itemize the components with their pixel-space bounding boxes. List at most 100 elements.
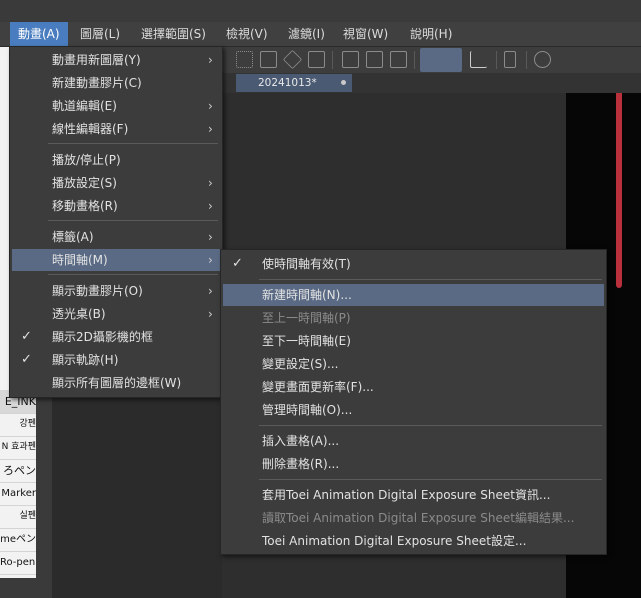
brush-item[interactable]: 실펜 bbox=[0, 505, 36, 529]
animation-menu: 動畫用新圖層(Y) › 新建動畫膠片(C) 軌道編輯(E) › 線性編輯器(F)… bbox=[9, 46, 223, 398]
document-tab-label: 20241013* bbox=[258, 77, 317, 89]
menu-separator bbox=[259, 425, 602, 426]
toolbar-divider bbox=[332, 51, 333, 69]
menu-item-label: 新建時間軸(N)... bbox=[262, 288, 352, 302]
menu-item-label: 時間軸(M) bbox=[52, 253, 108, 267]
menu-item-label: 顯示軌跡(H) bbox=[52, 353, 119, 367]
submenu-arrow-icon: › bbox=[208, 122, 213, 136]
menu-item-animation-layer[interactable]: 動畫用新圖層(Y) › bbox=[12, 49, 220, 71]
menu-item-show-all-borders[interactable]: 顯示所有圖層的邊框(W) bbox=[12, 372, 220, 394]
fill-icon[interactable] bbox=[282, 49, 303, 70]
checkmark-icon: ✓ bbox=[21, 352, 32, 367]
menu-item-exposure-sheet-settings[interactable]: Toei Animation Digital Exposure Sheet設定.… bbox=[223, 530, 604, 552]
snap-ruler-icon[interactable] bbox=[420, 48, 462, 72]
menu-item-label: 插入畫格(A)... bbox=[262, 434, 340, 448]
menu-view[interactable]: 檢視(V) bbox=[218, 22, 276, 46]
menu-item-track-edit[interactable]: 軌道編輯(E) › bbox=[12, 95, 220, 117]
menu-item-label: 至上一時間軸(P) bbox=[262, 311, 351, 325]
menu-item-linear-editor[interactable]: 線性編輯器(F) › bbox=[12, 118, 220, 140]
timeline-submenu: ✓ 使時間軸有效(T) 新建時間軸(N)... 至上一時間軸(P) 至下一時間軸… bbox=[220, 249, 607, 555]
menu-separator bbox=[259, 479, 602, 480]
command-toolbar bbox=[222, 47, 641, 74]
clear-outside-icon[interactable] bbox=[366, 51, 383, 68]
submenu-arrow-icon: › bbox=[208, 176, 213, 190]
menu-item-playback-settings[interactable]: 播放設定(S) › bbox=[12, 172, 220, 194]
menu-separator bbox=[48, 143, 218, 144]
menu-item-next-timeline[interactable]: 至下一時間軸(E) bbox=[223, 330, 604, 352]
brush-item[interactable]: ろペン bbox=[0, 459, 36, 483]
snap-grid-icon[interactable] bbox=[470, 51, 487, 68]
menu-item-label: 移動畫格(R) bbox=[52, 199, 118, 213]
brush-item[interactable]: Ro-pen) bbox=[0, 551, 36, 575]
menu-item-label: 顯示所有圖層的邊框(W) bbox=[52, 376, 182, 390]
menu-help[interactable]: 說明(H) bbox=[402, 22, 460, 46]
help-icon[interactable] bbox=[534, 51, 551, 68]
tab-close-dot-icon[interactable] bbox=[341, 80, 346, 85]
submenu-arrow-icon: › bbox=[208, 53, 213, 67]
device-icon[interactable] bbox=[504, 51, 516, 68]
select-all-icon[interactable] bbox=[236, 51, 253, 68]
menu-item-label: 動畫用新圖層(Y) bbox=[52, 53, 141, 67]
submenu-arrow-icon: › bbox=[208, 307, 213, 321]
checkmark-icon: ✓ bbox=[232, 256, 243, 271]
submenu-arrow-icon: › bbox=[208, 253, 213, 267]
menu-item-label: 變更設定(S)... bbox=[262, 357, 339, 371]
brush-item[interactable]: 강펜 bbox=[0, 413, 36, 437]
document-tab-bar: 20241013* bbox=[222, 73, 641, 93]
menu-item-manage-timeline[interactable]: 管理時間軸(O)... bbox=[223, 399, 604, 421]
fill-selection-icon[interactable] bbox=[390, 51, 407, 68]
deselect-icon[interactable] bbox=[260, 51, 277, 68]
checkmark-icon: ✓ bbox=[21, 329, 32, 344]
menu-item-new-cel[interactable]: 新建動畫膠片(C) bbox=[12, 72, 220, 94]
submenu-arrow-icon: › bbox=[208, 99, 213, 113]
menu-item-timeline[interactable]: 時間軸(M) › bbox=[12, 249, 220, 271]
menu-item-label: 顯示2D攝影機的框 bbox=[52, 330, 153, 344]
canvas-stroke bbox=[616, 93, 622, 288]
menu-item-move-frame[interactable]: 移動畫格(R) › bbox=[12, 195, 220, 217]
menu-selection[interactable]: 選擇範圍(S) bbox=[133, 22, 214, 46]
clear-icon[interactable] bbox=[342, 51, 359, 68]
menu-item-show-path[interactable]: ✓ 顯示軌跡(H) bbox=[12, 349, 220, 371]
menu-item-show-cel[interactable]: 顯示動畫膠片(O) › bbox=[12, 280, 220, 302]
toolbar-divider bbox=[414, 51, 415, 69]
menu-layer[interactable]: 圖層(L) bbox=[72, 22, 128, 46]
menu-item-insert-frame[interactable]: 插入畫格(A)... bbox=[223, 430, 604, 452]
brush-item[interactable]: N 효과펜 bbox=[0, 436, 36, 460]
menu-item-change-frame-rate[interactable]: 變更畫面更新率(F)... bbox=[223, 376, 604, 398]
menu-item-label: 管理時間軸(O)... bbox=[262, 403, 353, 417]
menu-animation[interactable]: 動畫(A) bbox=[10, 22, 68, 46]
menu-item-label: 套用Toei Animation Digital Exposure Sheet資… bbox=[262, 488, 551, 502]
submenu-arrow-icon: › bbox=[208, 284, 213, 298]
menu-filter[interactable]: 濾鏡(I) bbox=[280, 22, 333, 46]
toolbar-divider bbox=[496, 51, 497, 69]
document-tab[interactable]: 20241013* bbox=[236, 74, 352, 92]
menu-item-label: 顯示動畫膠片(O) bbox=[52, 284, 143, 298]
menu-item-apply-exposure-sheet[interactable]: 套用Toei Animation Digital Exposure Sheet資… bbox=[223, 484, 604, 506]
transform-icon[interactable] bbox=[308, 51, 325, 68]
menubar: 動畫(A) 圖層(L) 選擇範圍(S) 檢視(V) 濾鏡(I) 視窗(W) 說明… bbox=[0, 22, 641, 47]
menu-item-play-stop[interactable]: 播放/停止(P) bbox=[12, 149, 220, 171]
menu-item-label: 線性編輯器(F) bbox=[52, 122, 129, 136]
menu-separator bbox=[259, 279, 602, 280]
menu-item-label: 至下一時間軸(E) bbox=[262, 334, 351, 348]
brush-item[interactable]: meペン bbox=[0, 528, 36, 552]
menu-item-enable-timeline[interactable]: ✓ 使時間軸有效(T) bbox=[223, 253, 604, 275]
menu-item-delete-frame[interactable]: 刪除畫格(R)... bbox=[223, 453, 604, 475]
menu-item-label: 標籤(A) bbox=[52, 230, 94, 244]
menu-item-prev-timeline: 至上一時間軸(P) bbox=[223, 307, 604, 329]
menu-item-label: 軌道編輯(E) bbox=[52, 99, 117, 113]
menu-item-show-2d-camera[interactable]: ✓ 顯示2D攝影機的框 bbox=[12, 326, 220, 348]
menu-item-light-table[interactable]: 透光桌(B) › bbox=[12, 303, 220, 325]
menu-item-label: 讀取Toei Animation Digital Exposure Sheet編… bbox=[262, 511, 575, 525]
menu-item-labels[interactable]: 標籤(A) › bbox=[12, 226, 220, 248]
menu-item-new-timeline[interactable]: 新建時間軸(N)... bbox=[223, 284, 604, 306]
submenu-arrow-icon: › bbox=[208, 199, 213, 213]
menu-separator bbox=[48, 220, 218, 221]
brush-item[interactable]: Marker bbox=[0, 482, 36, 506]
menu-item-label: 透光桌(B) bbox=[52, 307, 106, 321]
menu-item-label: 變更畫面更新率(F)... bbox=[262, 380, 374, 394]
menu-item-change-settings[interactable]: 變更設定(S)... bbox=[223, 353, 604, 375]
menu-item-label: 播放設定(S) bbox=[52, 176, 117, 190]
menu-item-label: Toei Animation Digital Exposure Sheet設定.… bbox=[262, 534, 527, 548]
menu-window[interactable]: 視窗(W) bbox=[335, 22, 396, 46]
